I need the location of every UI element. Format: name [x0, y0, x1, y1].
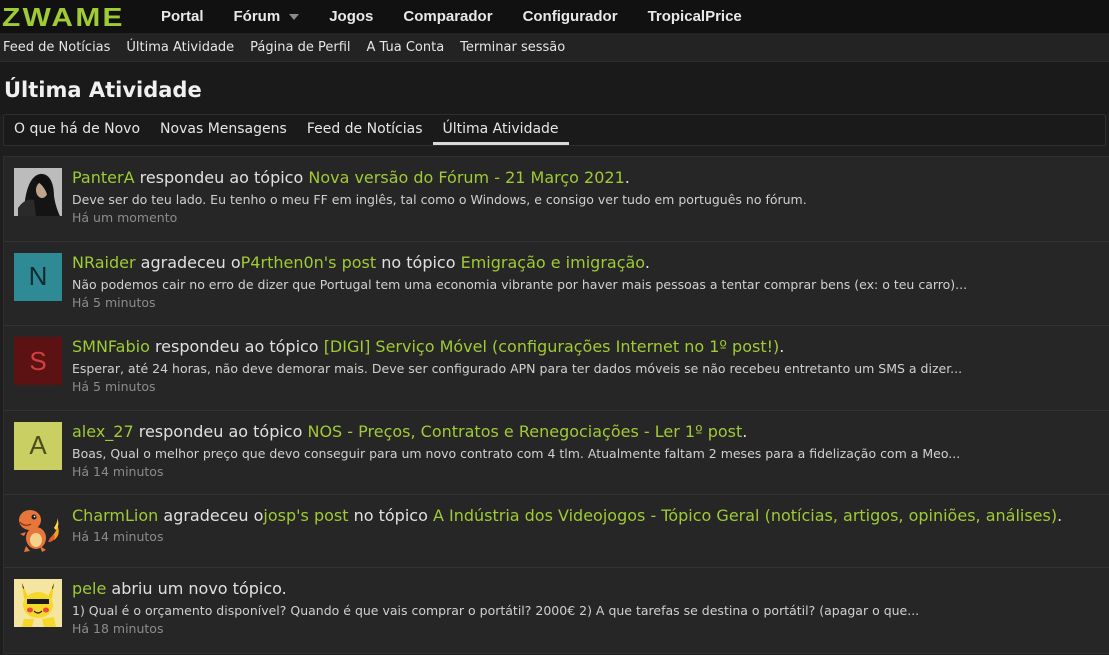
- activity-time: Há 5 minutos: [72, 379, 156, 394]
- subnav-pagina-perfil[interactable]: Página de Perfil: [247, 40, 350, 55]
- activity-snippet: 1) Qual é o orçamento disponível? Quando…: [72, 603, 920, 618]
- avatar[interactable]: S: [14, 337, 62, 385]
- nav-forum[interactable]: Fórum: [219, 0, 315, 33]
- thread-link[interactable]: [DIGI] Serviço Móvel (configurações Inte…: [324, 337, 780, 356]
- sub-nav: Feed de Notícias Última Atividade Página…: [0, 33, 1109, 62]
- activity-time: Há 18 minutos: [72, 621, 164, 636]
- tab-o-que-ha-de-novo[interactable]: O que há de Novo: [4, 115, 150, 145]
- subnav-tua-conta[interactable]: A Tua Conta: [364, 40, 445, 55]
- tab-feed-noticias[interactable]: Feed de Notícias: [297, 115, 433, 145]
- activity-snippet: Não podemos cair no erro de dizer que Po…: [72, 276, 968, 292]
- top-bar: ZWAME Portal Fórum Jogos Comparador Conf…: [0, 0, 1109, 33]
- thread-link[interactable]: Emigração e imigração: [461, 253, 645, 272]
- thread-link[interactable]: NOS - Preços, Contratos e Renegociações …: [307, 422, 742, 441]
- avatar[interactable]: [14, 168, 62, 216]
- subnav-terminar-sessao[interactable]: Terminar sessão: [457, 40, 565, 55]
- post-link[interactable]: P4rthen0n's post: [241, 253, 377, 272]
- post-link[interactable]: josp's post: [263, 506, 348, 525]
- list-item: PanterA respondeu ao tópico Nova versão …: [4, 157, 1109, 242]
- nav-jogos[interactable]: Jogos: [314, 0, 388, 33]
- pikachu-icon: [14, 579, 62, 627]
- activity-snippet: Deve ser do teu lado. Eu tenho o meu FF …: [72, 192, 807, 207]
- charmander-icon: [19, 510, 59, 552]
- activity-headline: CharmLion agradeceu ojosp's post no tópi…: [72, 506, 1063, 525]
- subnav-ultima-atividade[interactable]: Última Atividade: [123, 40, 234, 55]
- tab-ultima-atividade[interactable]: Última Atividade: [432, 115, 569, 145]
- username-link[interactable]: alex_27: [72, 422, 134, 441]
- list-item: S SMNFabio respondeu ao tópico [DIGI] Se…: [4, 326, 1109, 411]
- activity-headline: SMNFabio respondeu ao tópico [DIGI] Serv…: [72, 337, 785, 356]
- list-item: CharmLion agradeceu ojosp's post no tópi…: [4, 495, 1109, 568]
- activity-snippet: Esperar, até 24 horas, não deve demorar …: [72, 361, 963, 376]
- activity-headline: pele abriu um novo tópico.: [72, 579, 287, 598]
- activity-snippet: Boas, Qual o melhor preço que devo conse…: [72, 445, 961, 461]
- avatar[interactable]: A: [14, 421, 62, 470]
- activity-time: Há um momento: [72, 210, 178, 225]
- thread-link[interactable]: Nova versão do Fórum - 21 Março 2021: [308, 168, 624, 187]
- list-item: pele abriu um novo tópico. 1) Qual é o o…: [4, 568, 1109, 653]
- activity-time: Há 14 minutos: [72, 529, 164, 544]
- username-link[interactable]: CharmLion: [72, 506, 158, 525]
- nav-portal[interactable]: Portal: [150, 0, 219, 33]
- page-title: Última Atividade: [4, 77, 202, 102]
- activity-time: Há 14 minutos: [72, 463, 164, 479]
- list-item: A alex_27 respondeu ao tópico NOS - Preç…: [4, 411, 1109, 495]
- activity-headline: NRaider agradeceu oP4rthen0n's post no t…: [72, 252, 650, 272]
- username-link[interactable]: pele: [72, 579, 106, 598]
- subnav-feed-noticias[interactable]: Feed de Notícias: [0, 40, 110, 55]
- avatar[interactable]: N: [14, 252, 62, 301]
- activity-time: Há 5 minutos: [72, 294, 156, 310]
- username-link[interactable]: SMNFabio: [72, 337, 150, 356]
- activity-feed: PanterA respondeu ao tópico Nova versão …: [3, 156, 1109, 654]
- activity-headline: PanterA respondeu ao tópico Nova versão …: [72, 168, 630, 187]
- avatar[interactable]: [14, 579, 62, 627]
- username-link[interactable]: PanterA: [72, 168, 135, 187]
- username-link[interactable]: NRaider: [72, 253, 136, 272]
- nav-configurador[interactable]: Configurador: [508, 0, 633, 33]
- title-area: Última Atividade: [0, 62, 1109, 114]
- site-logo[interactable]: ZWAME: [0, 0, 150, 33]
- main-nav: Portal Fórum Jogos Comparador Configurad…: [150, 0, 757, 33]
- avatar[interactable]: [14, 506, 62, 554]
- activity-headline: alex_27 respondeu ao tópico NOS - Preços…: [72, 421, 748, 441]
- list-item: N NRaider agradeceu oP4rthen0n's post no…: [4, 242, 1109, 326]
- nav-comparador[interactable]: Comparador: [388, 0, 507, 33]
- chevron-down-icon[interactable]: [289, 13, 300, 20]
- thread-link[interactable]: A Indústria dos Videojogos - Tópico Gera…: [433, 506, 1057, 525]
- tab-bar: O que há de Novo Novas Mensagens Feed de…: [3, 114, 1106, 146]
- nav-tropicalprice[interactable]: TropicalPrice: [633, 0, 757, 33]
- tab-novas-mensagens[interactable]: Novas Mensagens: [150, 115, 297, 145]
- user-photo-icon: [14, 168, 62, 216]
